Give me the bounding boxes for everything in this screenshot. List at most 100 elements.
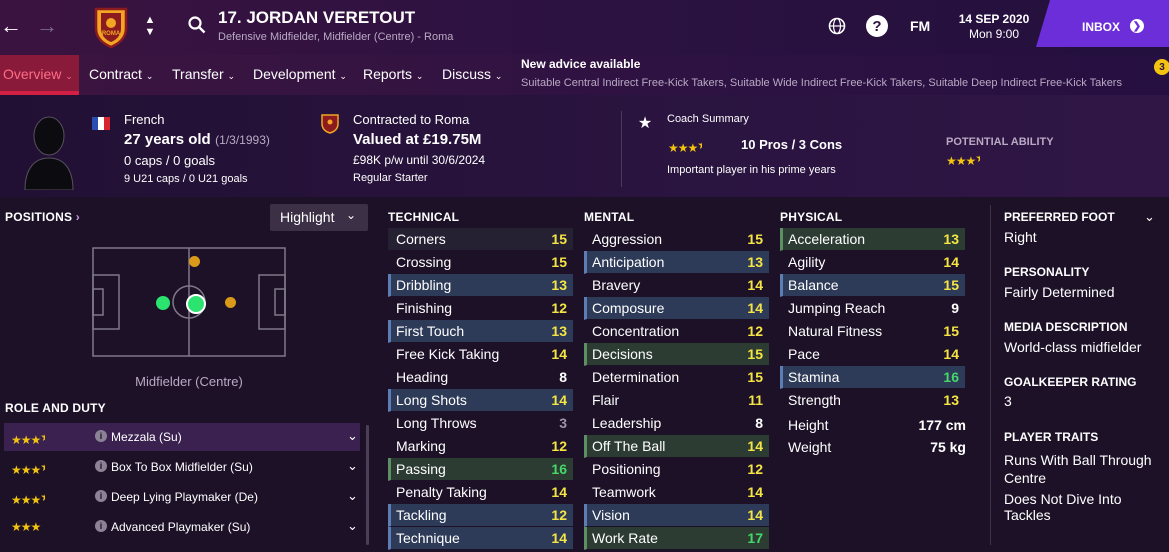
attribute-row[interactable]: Leadership 8 [584,412,769,435]
chevron-down-icon[interactable]: ⌄ [347,518,358,534]
pros-cons[interactable]: 10 Pros / 3 Cons [741,137,842,152]
personality-label: PERSONALITY [1004,265,1090,279]
back-arrow-icon[interactable]: ← [0,13,22,38]
attribute-row[interactable]: Balance 15 [780,274,965,297]
info-icon[interactable]: i [95,430,107,442]
attribute-row[interactable]: Acceleration 13 [780,228,965,251]
attribute-value: 13 [943,392,959,408]
star-icon: ★ [687,141,699,155]
chevron-down-icon: ⌄ [65,71,73,81]
highlight-dropdown[interactable]: Highlight ⌄ [270,204,368,231]
attribute-name: Flair [592,392,620,408]
attribute-row[interactable]: Penalty Taking 14 [388,481,573,504]
role-name: Mezzala (Su) [111,430,182,444]
attribute-row[interactable]: Pace 14 [780,343,965,366]
attribute-row[interactable]: Finishing 12 [388,297,573,320]
help-icon[interactable]: ? [866,15,888,37]
inbox-button[interactable]: INBOX ❯ [1036,0,1169,47]
attribute-name: Off The Ball [592,438,666,454]
attribute-row[interactable]: Aggression 15 [584,228,769,251]
attribute-row[interactable]: Anticipation 13 [584,251,769,274]
attribute-row[interactable]: Long Shots 14 [388,389,573,412]
attribute-row[interactable]: Composure 14 [584,297,769,320]
tab-contract-label: Contract [89,66,142,82]
attribute-row[interactable]: Determination 15 [584,366,769,389]
club-badge[interactable]: ROMA [93,6,129,49]
chevron-down-icon[interactable]: ⌄ [1144,209,1155,225]
attribute-row[interactable]: Long Throws 3 [388,412,573,435]
advice-text[interactable]: Suitable Central Indirect Free-Kick Take… [521,77,1122,89]
attribute-value: 14 [551,484,567,500]
roles-scrollbar[interactable] [366,425,369,545]
chevron-down-icon[interactable]: ⌄ [347,428,358,444]
info-icon[interactable]: i [95,460,107,472]
advice-title[interactable]: New advice available [521,57,640,71]
tab-transfer[interactable]: Transfer ⌄ [172,66,235,82]
star-icon: ★ [668,141,679,155]
attribute-row[interactable]: Decisions 15 [584,343,769,366]
attribute-row[interactable]: Agility 14 [780,251,965,274]
notification-badge[interactable]: 3 [1154,59,1169,75]
role-row[interactable]: ★★★★ i Mezzala (Su) ⌄ [4,423,360,451]
attribute-row[interactable]: Natural Fitness 15 [780,320,965,343]
chevron-down-icon[interactable]: ⌄ [347,488,358,504]
attribute-row[interactable]: Bravery 14 [584,274,769,297]
attribute-value: 14 [551,392,567,408]
attribute-row[interactable]: Crossing 15 [388,251,573,274]
attribute-row[interactable]: Vision 14 [584,504,769,527]
tab-reports[interactable]: Reports ⌄ [363,66,423,82]
info-icon[interactable]: i [95,520,107,532]
attribute-row[interactable]: Tackling 12 [388,504,573,527]
star-icon: ★ [965,154,977,168]
role-row[interactable]: ★★★ i Advanced Playmaker (Su) ⌄ [4,513,360,541]
fm-menu-button[interactable]: FM [910,18,930,34]
attribute-value: 8 [559,369,567,385]
attribute-row[interactable]: Passing 16 [388,458,573,481]
attribute-name: Concentration [592,323,680,339]
attribute-row[interactable]: Corners 15 [388,228,573,251]
forward-arrow-icon[interactable]: → [36,13,58,38]
player-trait[interactable]: Does Not Dive Into Tackles [1004,491,1164,523]
current-time: Mon 9:00 [968,27,1020,41]
chevron-down-icon[interactable]: ⌄ [347,458,358,474]
player-trait[interactable]: Runs With Ball Through Centre [1004,451,1154,487]
globe-icon[interactable] [826,15,848,37]
role-row[interactable]: ★★★★ i Box To Box Midfielder (Su) ⌄ [4,453,360,481]
current-date[interactable]: 14 SEP 2020 [957,12,1031,26]
player-value: Valued at £19.75M [353,131,482,148]
attribute-row[interactable]: Work Rate 17 [584,527,769,550]
attribute-value: 11 [748,392,763,408]
caps: 0 caps / 0 goals [124,153,216,168]
tab-development[interactable]: Development ⌄ [253,66,347,82]
attribute-name: Long Throws [396,415,477,431]
attribute-row[interactable]: Jumping Reach 9 [780,297,965,320]
attribute-row[interactable]: Marking 12 [388,435,573,458]
info-icon[interactable]: i [95,490,107,502]
attribute-row[interactable]: Off The Ball 14 [584,435,769,458]
attribute-name: Acceleration [788,231,866,247]
star-icon: ★ [20,493,32,507]
attribute-row[interactable]: Concentration 12 [584,320,769,343]
attribute-row[interactable]: Technique 14 [388,527,573,550]
attribute-row[interactable]: Heading 8 [388,366,573,389]
attribute-row[interactable]: Stamina 16 [780,366,965,389]
attribute-value: 12 [551,438,567,454]
positions-title[interactable]: POSITIONS › [5,210,80,224]
attribute-row[interactable]: Teamwork 14 [584,481,769,504]
tab-contract[interactable]: Contract ⌄ [89,66,153,82]
attribute-row[interactable]: Free Kick Taking 14 [388,343,573,366]
tab-discuss[interactable]: Discuss ⌄ [442,66,502,82]
attribute-row[interactable]: Flair 11 [584,389,769,412]
search-icon[interactable] [186,13,208,37]
position-dot-current [186,294,206,314]
contract-club[interactable]: Contracted to Roma [353,112,469,127]
role-row[interactable]: ★★★★ i Deep Lying Playmaker (De) ⌄ [4,483,360,511]
attribute-row[interactable]: Dribbling 13 [388,274,573,297]
attribute-row[interactable]: Strength 13 [780,389,965,412]
player-switch-icon[interactable]: ▲ ▼ [143,10,157,42]
attribute-row[interactable]: First Touch 13 [388,320,573,343]
attribute-value: 15 [551,231,567,247]
attribute-row[interactable]: Positioning 12 [584,458,769,481]
coach-note: Important player in his prime years [667,164,836,176]
tab-overview[interactable]: Overview ⌄ [3,66,73,82]
